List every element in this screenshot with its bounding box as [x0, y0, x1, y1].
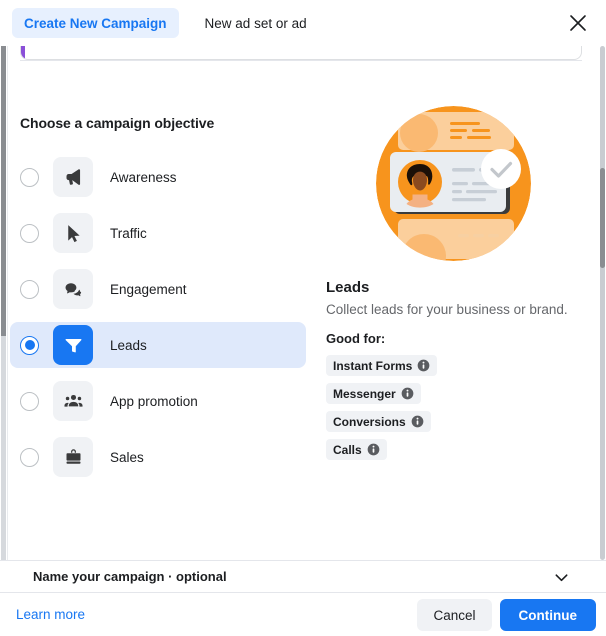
- radio-app-promotion[interactable]: [20, 392, 39, 411]
- tab-new-ad-set-or-ad-label: New ad set or ad: [205, 16, 307, 31]
- info-icon[interactable]: [417, 359, 430, 372]
- objective-label: Awareness: [110, 170, 177, 185]
- create-campaign-dialog: Create New Campaign New ad set or ad Cho…: [0, 0, 606, 636]
- objective-option-awareness[interactable]: Awareness: [10, 154, 306, 200]
- dialog-header: Create New Campaign New ad set or ad: [0, 0, 606, 46]
- left-scrollbar-thumb[interactable]: [1, 46, 6, 336]
- name-campaign-label: Name your campaign · optional: [33, 569, 227, 584]
- objective-label: Traffic: [110, 226, 147, 241]
- objective-label: Leads: [110, 338, 147, 353]
- close-icon[interactable]: [564, 9, 592, 37]
- chip-label: Conversions: [333, 415, 406, 429]
- objective-option-traffic[interactable]: Traffic: [10, 210, 306, 256]
- radio-traffic[interactable]: [20, 224, 39, 243]
- info-icon[interactable]: [411, 415, 424, 428]
- right-scrollbar-track[interactable]: [600, 46, 605, 560]
- megaphone-icon: [53, 157, 93, 197]
- chip-label: Messenger: [333, 387, 396, 401]
- chip-row: Instant Forms: [326, 355, 584, 383]
- card-bottom-divider: [20, 60, 582, 61]
- chip-row: Calls: [326, 439, 584, 467]
- objective-detail-panel: Leads Collect leads for your business or…: [322, 106, 584, 467]
- cancel-button[interactable]: Cancel: [417, 599, 491, 631]
- objective-option-leads[interactable]: Leads: [10, 322, 306, 368]
- previous-campaign-card[interactable]: [20, 46, 582, 60]
- objective-option-app-promotion[interactable]: App promotion: [10, 378, 306, 424]
- good-for-chip-list: Instant Forms Messenger: [326, 355, 584, 467]
- chat-bubbles-icon: [53, 269, 93, 309]
- objective-label: App promotion: [110, 394, 198, 409]
- tab-create-new-campaign[interactable]: Create New Campaign: [12, 8, 179, 38]
- cursor-icon: [53, 213, 93, 253]
- chip-messenger[interactable]: Messenger: [326, 383, 421, 404]
- dialog-footer: Learn more Cancel Continue: [0, 592, 606, 636]
- name-campaign-section[interactable]: Name your campaign · optional: [0, 560, 606, 592]
- footer-actions: Cancel Continue: [417, 599, 596, 631]
- info-icon[interactable]: [367, 443, 380, 456]
- chip-label: Calls: [333, 443, 362, 457]
- illustration-container: [322, 106, 584, 261]
- continue-button[interactable]: Continue: [500, 599, 597, 631]
- tab-new-ad-set-or-ad[interactable]: New ad set or ad: [197, 8, 315, 38]
- chip-row: Messenger: [326, 383, 584, 411]
- radio-engagement[interactable]: [20, 280, 39, 299]
- chip-row: Conversions: [326, 411, 584, 439]
- chevron-down-icon[interactable]: [553, 569, 570, 591]
- learn-more-link[interactable]: Learn more: [16, 607, 85, 622]
- briefcase-icon: [53, 437, 93, 477]
- people-icon: [53, 381, 93, 421]
- chip-instant-forms[interactable]: Instant Forms: [326, 355, 437, 376]
- info-icon[interactable]: [401, 387, 414, 400]
- left-scrollbar[interactable]: [0, 46, 8, 560]
- dialog-body: Choose a campaign objective Awareness: [0, 46, 606, 560]
- radio-awareness[interactable]: [20, 168, 39, 187]
- objective-label: Sales: [110, 450, 144, 465]
- good-for-label: Good for:: [326, 331, 584, 346]
- detail-description: Collect leads for your business or brand…: [326, 301, 584, 319]
- radio-sales[interactable]: [20, 448, 39, 467]
- objective-option-engagement[interactable]: Engagement: [10, 266, 306, 312]
- objective-label: Engagement: [110, 282, 187, 297]
- page-title: Choose a campaign objective: [20, 115, 214, 131]
- detail-title: Leads: [326, 279, 584, 296]
- right-scrollbar-thumb[interactable]: [600, 168, 605, 268]
- chip-calls[interactable]: Calls: [326, 439, 387, 460]
- chip-label: Instant Forms: [333, 359, 412, 373]
- leads-card-illustration: [376, 106, 531, 261]
- right-scrollbar[interactable]: [599, 46, 606, 560]
- card-accent-bar: [21, 46, 25, 60]
- radio-leads[interactable]: [20, 336, 39, 355]
- objective-option-sales[interactable]: Sales: [10, 434, 306, 480]
- objective-list: Awareness Traffic: [10, 154, 306, 490]
- funnel-icon: [53, 325, 93, 365]
- chip-conversions[interactable]: Conversions: [326, 411, 431, 432]
- tab-create-new-campaign-label: Create New Campaign: [24, 16, 167, 31]
